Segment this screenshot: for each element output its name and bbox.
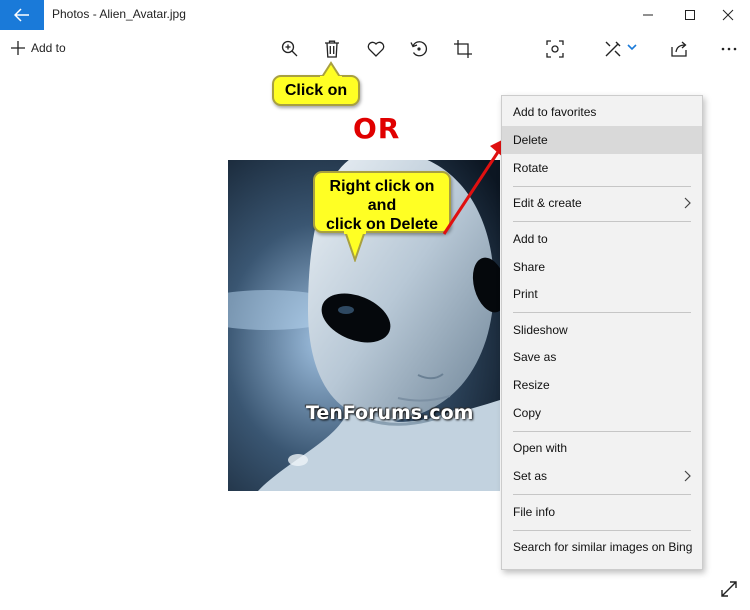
menu-separator xyxy=(513,431,691,432)
menu-label: Save as xyxy=(513,350,557,364)
menu-label: Add to favorites xyxy=(513,105,597,119)
back-button[interactable] xyxy=(0,0,44,30)
crop-button[interactable] xyxy=(452,30,474,66)
menu-label: Add to xyxy=(513,232,548,246)
menu-separator xyxy=(513,494,691,495)
menu-label: Resize xyxy=(513,378,550,392)
maximize-icon xyxy=(685,10,695,20)
callout-right-pointer xyxy=(344,230,366,262)
menu-item-resize[interactable]: Resize xyxy=(502,371,702,399)
more-icon xyxy=(721,47,737,51)
favorite-button[interactable] xyxy=(365,30,387,66)
menu-item-rotate[interactable]: Rotate xyxy=(502,154,702,182)
or-label: OR xyxy=(353,112,401,145)
people-tag-icon xyxy=(546,40,564,58)
delete-icon xyxy=(325,40,339,58)
menu-label: Print xyxy=(513,287,538,301)
callout-top-pointer xyxy=(320,61,342,80)
close-icon xyxy=(722,9,734,21)
title-bar: Photos - Alien_Avatar.jpg xyxy=(0,0,750,30)
menu-item-edit-create[interactable]: Edit & create xyxy=(502,189,702,217)
context-menu: Add to favorites Delete Rotate Edit & cr… xyxy=(501,95,703,570)
callout-line-3: click on Delete xyxy=(325,216,439,233)
watermark: TenForums.com xyxy=(306,402,474,424)
rotate-button[interactable] xyxy=(408,30,430,66)
more-button[interactable] xyxy=(718,30,740,66)
menu-item-delete[interactable]: Delete xyxy=(502,126,702,154)
window-title: Photos - Alien_Avatar.jpg xyxy=(52,7,186,21)
plus-icon xyxy=(11,41,25,55)
menu-label: Edit & create xyxy=(513,196,582,210)
menu-item-add-to[interactable]: Add to xyxy=(502,225,702,253)
chevron-down-icon xyxy=(627,44,637,51)
add-to-button[interactable]: Add to xyxy=(6,30,68,66)
toolbar: Add to xyxy=(0,30,750,66)
menu-label: Search for similar images on Bing xyxy=(513,540,693,554)
menu-label: Rotate xyxy=(513,161,549,175)
callout-line-2: and xyxy=(367,197,397,214)
menu-label: File info xyxy=(513,505,556,519)
menu-label: Open with xyxy=(513,441,568,455)
callout-click-on: Click on xyxy=(272,75,360,106)
edit-create-button[interactable] xyxy=(604,30,640,66)
expand-icon[interactable] xyxy=(720,580,738,598)
minimize-button[interactable] xyxy=(626,0,670,30)
share-button[interactable] xyxy=(668,30,690,66)
edit-create-icon xyxy=(605,41,621,57)
callout-right-click: Right click on and click on Delete xyxy=(313,171,451,233)
people-tag-button[interactable] xyxy=(544,30,566,66)
back-arrow-icon xyxy=(14,8,29,22)
add-to-label: Add to xyxy=(31,41,66,55)
menu-label: Set as xyxy=(513,469,548,483)
chevron-right-icon xyxy=(684,470,691,482)
menu-item-slideshow[interactable]: Slideshow xyxy=(502,316,702,344)
share-icon xyxy=(671,41,687,57)
menu-item-add-to-favorites[interactable]: Add to favorites xyxy=(502,98,702,126)
minimize-icon xyxy=(643,14,653,16)
menu-item-share[interactable]: Share xyxy=(502,253,702,281)
menu-item-open-with[interactable]: Open with xyxy=(502,434,702,462)
menu-item-print[interactable]: Print xyxy=(502,280,702,308)
menu-label: Slideshow xyxy=(513,323,568,337)
menu-label: Copy xyxy=(513,406,542,420)
menu-item-file-info[interactable]: File info xyxy=(502,498,702,526)
menu-separator xyxy=(513,186,691,187)
zoom-in-icon xyxy=(281,40,298,57)
callout-line-1: Right click on xyxy=(329,178,435,195)
menu-separator xyxy=(513,530,691,531)
menu-item-search-bing[interactable]: Search for similar images on Bing xyxy=(502,533,702,561)
crop-icon xyxy=(454,40,472,58)
callout-click-on-text: Click on xyxy=(284,82,348,99)
close-button[interactable] xyxy=(706,0,750,30)
menu-item-copy[interactable]: Copy xyxy=(502,399,702,427)
menu-separator xyxy=(513,312,691,313)
favorite-heart-icon xyxy=(367,41,385,57)
menu-label: Share xyxy=(513,260,546,274)
zoom-button[interactable] xyxy=(279,30,301,66)
menu-label: Delete xyxy=(513,133,548,147)
menu-separator xyxy=(513,221,691,222)
menu-item-set-as[interactable]: Set as xyxy=(502,462,702,490)
chevron-right-icon xyxy=(684,197,691,209)
rotate-icon xyxy=(410,41,428,57)
menu-item-save-as[interactable]: Save as xyxy=(502,343,702,371)
